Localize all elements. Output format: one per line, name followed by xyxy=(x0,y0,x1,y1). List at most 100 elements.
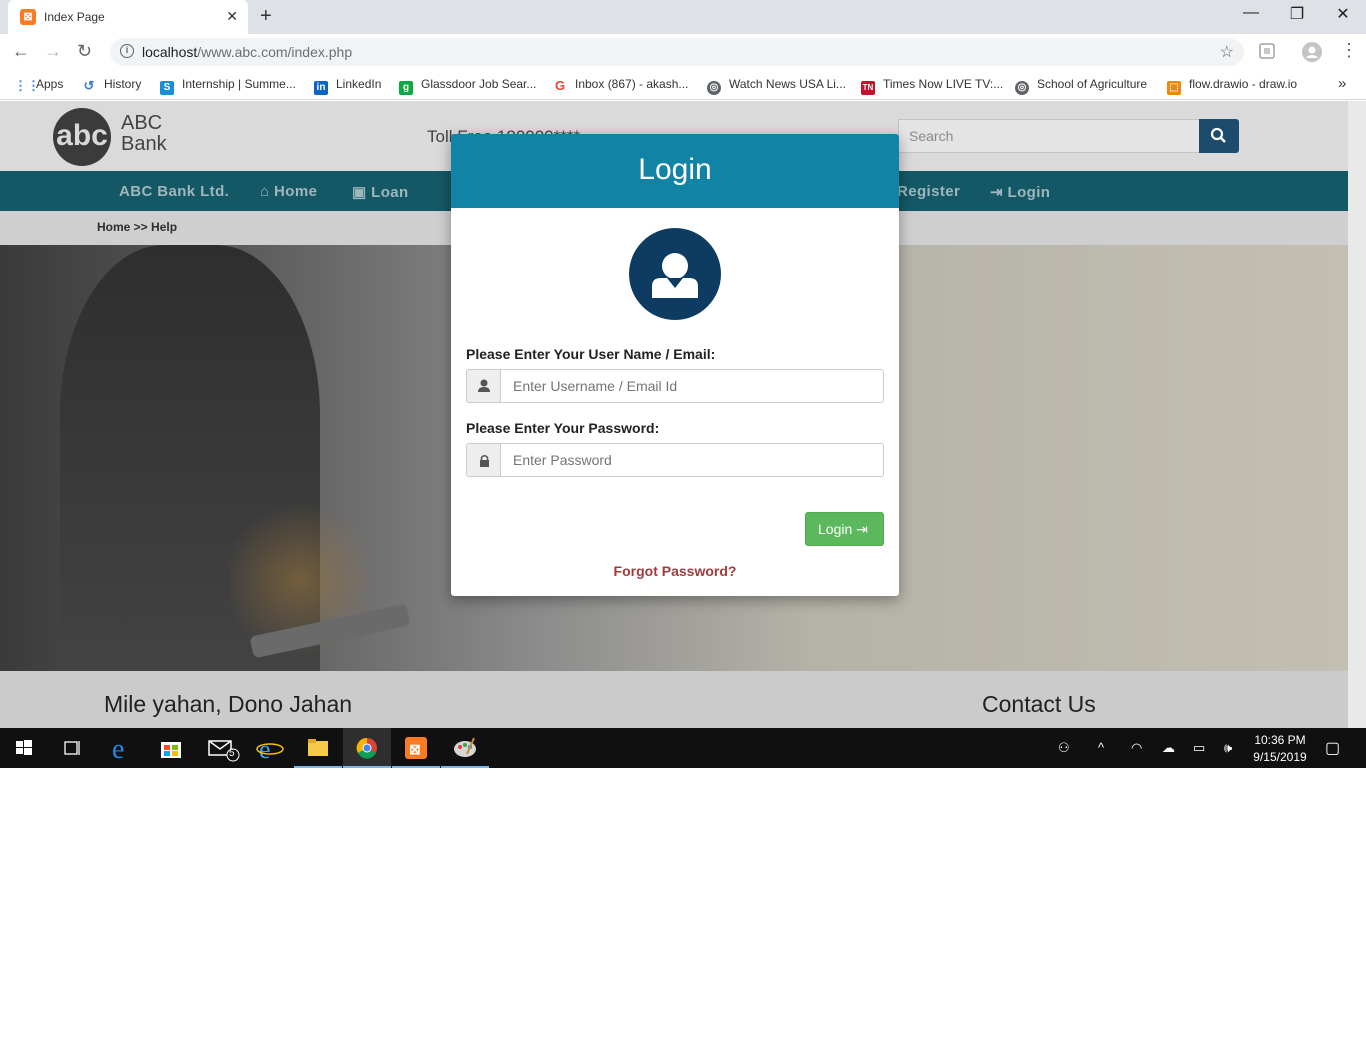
address-url[interactable]: localhost/www.abc.com/index.php xyxy=(142,44,352,60)
new-tab-icon[interactable]: + xyxy=(260,5,272,28)
nav-home[interactable]: ⌂ Home xyxy=(260,183,317,200)
restore-icon[interactable]: ❐ xyxy=(1274,4,1320,24)
password-label: Please Enter Your Password: xyxy=(466,420,660,436)
nav-login[interactable]: ⇥ Login xyxy=(990,183,1050,201)
bookmark-times-now[interactable]: TN Times Now LIVE TV:... xyxy=(861,77,1003,95)
site-info-icon[interactable]: i xyxy=(120,44,134,58)
history-icon: ↺ xyxy=(83,78,95,93)
taskbar-store[interactable] xyxy=(147,728,195,768)
clock-date: 9/15/2019 xyxy=(1253,750,1307,764)
taskbar-ie[interactable]: e xyxy=(245,728,293,768)
bookmark-star-icon[interactable]: ☆ xyxy=(1220,42,1234,62)
bookmark-glassdoor[interactable]: g Glassdoor Job Sear... xyxy=(399,77,536,95)
logo-line-1: ABC xyxy=(121,112,163,134)
svg-text:e: e xyxy=(112,734,124,765)
extension-icon[interactable] xyxy=(1259,43,1275,59)
forward-arrow-icon[interactable]: → xyxy=(44,41,62,62)
address-bar[interactable]: i localhost/www.abc.com/index.php ☆ xyxy=(110,38,1244,66)
money-icon: ▣ xyxy=(352,184,372,201)
bookmark-label: Inbox (867) - akash... xyxy=(575,77,689,91)
url-host: localhost xyxy=(142,44,198,60)
tray-expand-icon[interactable]: ^ xyxy=(1098,740,1104,755)
back-arrow-icon[interactable]: ← xyxy=(12,41,30,62)
system-clock[interactable]: 10:36 PM 9/15/2019 xyxy=(1240,732,1320,766)
bookmark-school-agriculture[interactable]: ◎ School of Agriculture xyxy=(1015,77,1147,95)
page-scrollbar[interactable] xyxy=(1348,101,1366,728)
taskbar-chrome[interactable] xyxy=(343,728,391,768)
nav-loan[interactable]: ▣ Loan xyxy=(352,183,409,201)
windows-logo-icon xyxy=(16,740,32,755)
nav-home-label: Home xyxy=(274,183,318,200)
battery-icon[interactable]: ▭ xyxy=(1193,740,1205,756)
taskbar-edge[interactable]: e xyxy=(99,728,147,768)
bookmark-inbox[interactable]: G Inbox (867) - akash... xyxy=(553,77,688,93)
bookmark-label: Watch News USA Li... xyxy=(729,77,846,91)
onedrive-error-icon[interactable]: ☁ xyxy=(1162,740,1175,756)
start-button[interactable] xyxy=(0,728,48,768)
bookmark-linkedin[interactable]: in LinkedIn xyxy=(314,77,381,95)
browser-toolbar: ← → ↻ i localhost/www.abc.com/index.php … xyxy=(0,34,1366,70)
minimize-icon[interactable]: — xyxy=(1228,4,1274,22)
people-icon[interactable]: ⚇ xyxy=(1058,740,1070,756)
folder-icon xyxy=(308,739,328,756)
username-label: Please Enter Your User Name / Email: xyxy=(466,346,716,362)
taskbar-mail[interactable]: 5 xyxy=(196,728,244,768)
bookmark-watch-news[interactable]: ◎ Watch News USA Li... xyxy=(707,77,846,95)
mail-icon xyxy=(208,740,240,762)
logo-line-2: Bank xyxy=(121,133,167,155)
nav-loan-label: Loan xyxy=(371,184,409,201)
task-view-button[interactable] xyxy=(48,728,96,768)
site-search-input[interactable]: Search xyxy=(898,119,1200,153)
google-icon: G xyxy=(554,78,566,93)
sign-in-icon: ⇥ xyxy=(990,184,1008,201)
windows-taskbar: e 5 e ⊠ ⚇ ^ ◠ ☁ ▭ 🕪 10:36 PM 9/15/2019 ▢ xyxy=(0,728,1366,768)
reload-icon[interactable]: ↻ xyxy=(77,41,92,62)
user-silhouette-icon xyxy=(652,253,698,298)
notifications-icon[interactable]: ▢ xyxy=(1325,738,1340,758)
wifi-icon[interactable]: ◠ xyxy=(1131,740,1142,756)
modal-title: Login xyxy=(638,153,712,186)
svg-text:⊠: ⊠ xyxy=(409,741,421,757)
bookmark-internship[interactable]: S Internship | Summe... xyxy=(160,77,296,95)
nav-brand[interactable]: ABC Bank Ltd. xyxy=(119,183,229,200)
site-search-button[interactable] xyxy=(1199,119,1239,153)
login-button[interactable]: Login ⇥ xyxy=(805,512,884,546)
bookmarks-overflow-icon[interactable]: » xyxy=(1338,75,1346,92)
bookmark-drawio[interactable]: ⬚ flow.drawio - draw.io xyxy=(1167,77,1297,95)
profile-avatar-icon[interactable] xyxy=(1302,42,1322,62)
chrome-menu-icon[interactable]: ⋮ xyxy=(1340,40,1358,61)
svg-text:e: e xyxy=(259,735,271,764)
taskbar-xampp[interactable]: ⊠ xyxy=(392,728,440,768)
apps-grid-icon: ⋮⋮ xyxy=(14,78,40,93)
bookmark-apps[interactable]: ⋮⋮Apps xyxy=(14,77,63,93)
bookmark-label: Glassdoor Job Sear... xyxy=(421,77,537,91)
globe-icon: ◎ xyxy=(707,81,721,95)
paint-icon xyxy=(454,737,476,757)
window-close-icon[interactable]: ✕ xyxy=(1320,4,1366,24)
bookmark-label: History xyxy=(104,77,142,91)
mail-badge: 5 xyxy=(229,748,235,759)
footer-contact-heading: Contact Us xyxy=(982,691,1096,717)
edge-icon: e xyxy=(112,734,124,765)
volume-icon[interactable]: 🕪 xyxy=(1224,740,1232,756)
forgot-password-link[interactable]: Forgot Password? xyxy=(451,563,899,579)
bookmark-history[interactable]: ↺ History xyxy=(82,77,142,93)
bookmark-label: flow.drawio - draw.io xyxy=(1189,77,1298,91)
nav-register[interactable]: Register xyxy=(897,183,960,200)
taskbar-paint[interactable] xyxy=(441,728,489,768)
nav-login-label: Login xyxy=(1007,184,1051,201)
chrome-icon xyxy=(356,737,377,759)
modal-header: Login xyxy=(451,134,899,208)
browser-tab[interactable]: ⊠ Index Page ✕ xyxy=(8,0,248,34)
bookmarks-bar: ⋮⋮Apps ↺ History S Internship | Summe... i… xyxy=(0,70,1366,100)
taskbar-file-explorer[interactable] xyxy=(294,728,342,768)
username-input[interactable] xyxy=(501,369,884,403)
bookmark-label: School of Agriculture xyxy=(1037,77,1148,91)
password-addon xyxy=(466,443,501,477)
password-input[interactable] xyxy=(501,443,884,477)
tab-close-icon[interactable]: ✕ xyxy=(226,8,238,25)
internshala-icon: S xyxy=(160,81,174,95)
lock-icon xyxy=(480,455,489,467)
abc-logo-icon[interactable]: abc xyxy=(53,108,111,166)
globe-icon: ◎ xyxy=(1015,81,1029,95)
